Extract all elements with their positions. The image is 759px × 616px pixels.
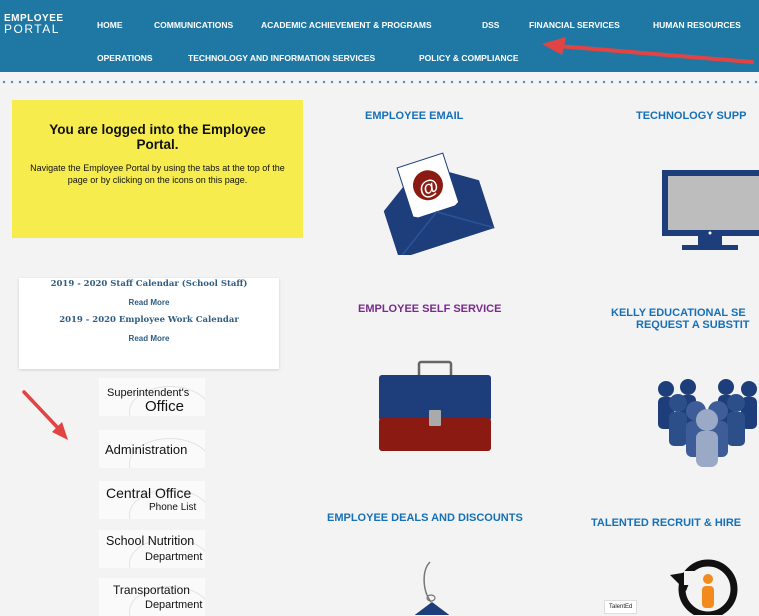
employee-email-title[interactable]: EMPLOYEE EMAIL [365,110,463,122]
nav-home[interactable]: HOME [97,20,123,30]
nav-dss[interactable]: DSS [482,20,499,30]
nav-human-resources[interactable]: HUMAN RESOURCES [653,20,741,30]
calendar-links-card: 2019 - 2020 Staff Calendar (School Staff… [19,278,279,369]
kelly-educational-title[interactable]: KELLY EDUCATIONAL SE REQUEST A SUBSTIT [611,307,749,331]
nav-technology-information-services[interactable]: TECHNOLOGY AND INFORMATION SERVICES [188,53,375,63]
employee-deals-title[interactable]: EMPLOYEE DEALS AND DISCOUNTS [327,512,523,524]
employee-portal-logo[interactable]: EMPLOYEE PORTAL [4,14,64,36]
work-calendar-title[interactable]: 2019 - 2020 Employee Work Calendar [19,315,279,325]
welcome-title: You are logged into the Employee Portal. [49,122,266,152]
logo-line2: PORTAL [4,22,60,36]
dept-line2: Department [145,551,203,563]
talented-recruit-logo-icon[interactable] [664,557,744,615]
employee-self-service-title[interactable]: EMPLOYEE SELF SERVICE [358,303,501,315]
staff-calendar-title[interactable]: 2019 - 2020 Staff Calendar (School Staff… [19,279,279,289]
dept-line1: School Nutrition [106,534,195,548]
central-office-phone-list-button[interactable]: Central Office Phone List [99,481,205,519]
dept-line2: Office [145,398,184,415]
briefcase-icon[interactable] [377,360,493,455]
transportation-button[interactable]: Transportation Department [99,578,205,616]
people-group-icon[interactable] [656,375,759,467]
welcome-notice: You are logged into the Employee Portal.… [12,100,303,238]
annotation-arrow-left-icon [22,390,68,440]
nav-academic-achievement[interactable]: ACADEMIC ACHIEVEMENT & PROGRAMS [261,20,432,30]
work-calendar-read-more[interactable]: Read More [19,334,279,343]
computer-monitor-icon[interactable] [660,168,759,253]
dept-line1: Administration [105,442,188,457]
kelly-line2: REQUEST A SUBSTIT [636,319,750,331]
school-nutrition-button[interactable]: School Nutrition Department [99,530,205,568]
dept-line2: Phone List [149,502,197,513]
dept-line2: Department [145,599,203,611]
nav-policy-compliance[interactable]: POLICY & COMPLIANCE [419,53,519,63]
technology-support-title[interactable]: TECHNOLOGY SUPP [636,110,746,122]
staff-calendar-read-more[interactable]: Read More [19,298,279,307]
nav-communications[interactable]: COMMUNICATIONS [154,20,233,30]
dotted-divider [0,79,759,85]
dept-line1: Central Office [106,485,192,501]
kelly-line1: KELLY EDUCATIONAL SE [611,307,746,319]
dept-line1: Transportation [113,583,190,597]
talented-recruit-hire-title[interactable]: TALENTED RECRUIT & HIRE [591,517,741,529]
talented-label: TalentEd [604,600,638,614]
welcome-subtitle: Navigate the Employee Portal by using th… [30,163,285,185]
annotation-arrow-icon [542,37,754,64]
price-tag-icon[interactable] [400,560,470,615]
nav-operations[interactable]: OPERATIONS [97,53,153,63]
administration-button[interactable]: Administration [99,430,205,468]
nav-financial-services[interactable]: FINANCIAL SERVICES [529,20,620,30]
email-envelope-icon[interactable]: @ [376,150,496,255]
superintendents-office-button[interactable]: Superintendent's Office [99,378,205,416]
